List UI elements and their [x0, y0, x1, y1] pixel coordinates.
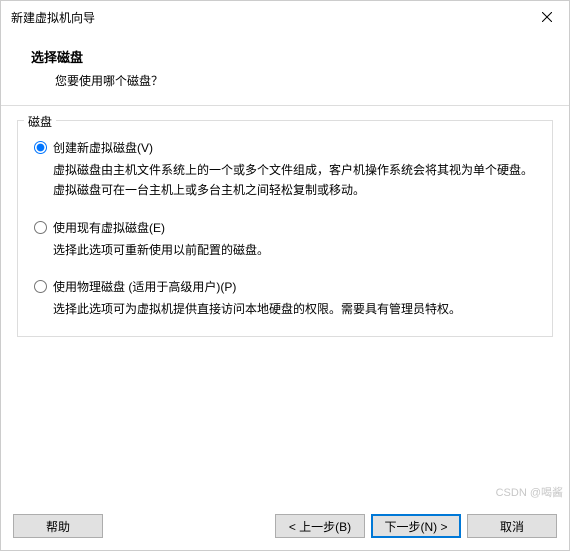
option-use-existing-disk-label: 使用现有虚拟磁盘(E) [53, 219, 165, 236]
close-icon [542, 12, 552, 22]
window-title: 新建虚拟机向导 [11, 9, 95, 26]
option-use-physical-disk-desc: 选择此选项可为虚拟机提供直接访问本地硬盘的权限。需要具有管理员特权。 [53, 299, 536, 319]
page-subtitle: 您要使用哪个磁盘？ [55, 72, 539, 89]
fieldset-legend: 磁盘 [24, 113, 56, 130]
next-button[interactable]: 下一步(N) > [371, 514, 461, 538]
option-create-new-disk: 创建新虚拟磁盘(V) 虚拟磁盘由主机文件系统上的一个或多个文件组成，客户机操作系… [34, 139, 536, 201]
wizard-header: 选择磁盘 您要使用哪个磁盘？ [1, 33, 569, 105]
content-area: 磁盘 创建新虚拟磁盘(V) 虚拟磁盘由主机文件系统上的一个或多个文件组成，客户机… [1, 106, 569, 504]
disk-fieldset: 磁盘 创建新虚拟磁盘(V) 虚拟磁盘由主机文件系统上的一个或多个文件组成，客户机… [17, 120, 553, 337]
disk-options-group: 创建新虚拟磁盘(V) 虚拟磁盘由主机文件系统上的一个或多个文件组成，客户机操作系… [34, 139, 536, 320]
help-button[interactable]: 帮助 [13, 514, 103, 538]
footer: 帮助 < 上一步(B) 下一步(N) > 取消 [1, 504, 569, 550]
option-use-physical-disk-radio[interactable] [34, 280, 47, 293]
option-use-existing-disk-row[interactable]: 使用现有虚拟磁盘(E) [34, 219, 536, 236]
titlebar: 新建虚拟机向导 [1, 1, 569, 33]
option-create-new-disk-radio[interactable] [34, 141, 47, 154]
cancel-button[interactable]: 取消 [467, 514, 557, 538]
page-title: 选择磁盘 [31, 47, 539, 66]
option-use-physical-disk-row[interactable]: 使用物理磁盘 (适用于高级用户)(P) [34, 278, 536, 295]
option-use-existing-disk-radio[interactable] [34, 221, 47, 234]
option-create-new-disk-row[interactable]: 创建新虚拟磁盘(V) [34, 139, 536, 156]
option-use-existing-disk-desc: 选择此选项可重新使用以前配置的磁盘。 [53, 240, 536, 260]
wizard-window: 新建虚拟机向导 选择磁盘 您要使用哪个磁盘？ 磁盘 创建新虚拟磁盘(V) 虚拟磁… [0, 0, 570, 551]
option-use-existing-disk: 使用现有虚拟磁盘(E) 选择此选项可重新使用以前配置的磁盘。 [34, 219, 536, 260]
option-use-physical-disk-label: 使用物理磁盘 (适用于高级用户)(P) [53, 278, 236, 295]
close-button[interactable] [525, 2, 569, 32]
option-create-new-disk-label: 创建新虚拟磁盘(V) [53, 139, 153, 156]
option-create-new-disk-desc: 虚拟磁盘由主机文件系统上的一个或多个文件组成，客户机操作系统会将其视为单个硬盘。… [53, 160, 536, 201]
back-button[interactable]: < 上一步(B) [275, 514, 365, 538]
option-use-physical-disk: 使用物理磁盘 (适用于高级用户)(P) 选择此选项可为虚拟机提供直接访问本地硬盘… [34, 278, 536, 319]
